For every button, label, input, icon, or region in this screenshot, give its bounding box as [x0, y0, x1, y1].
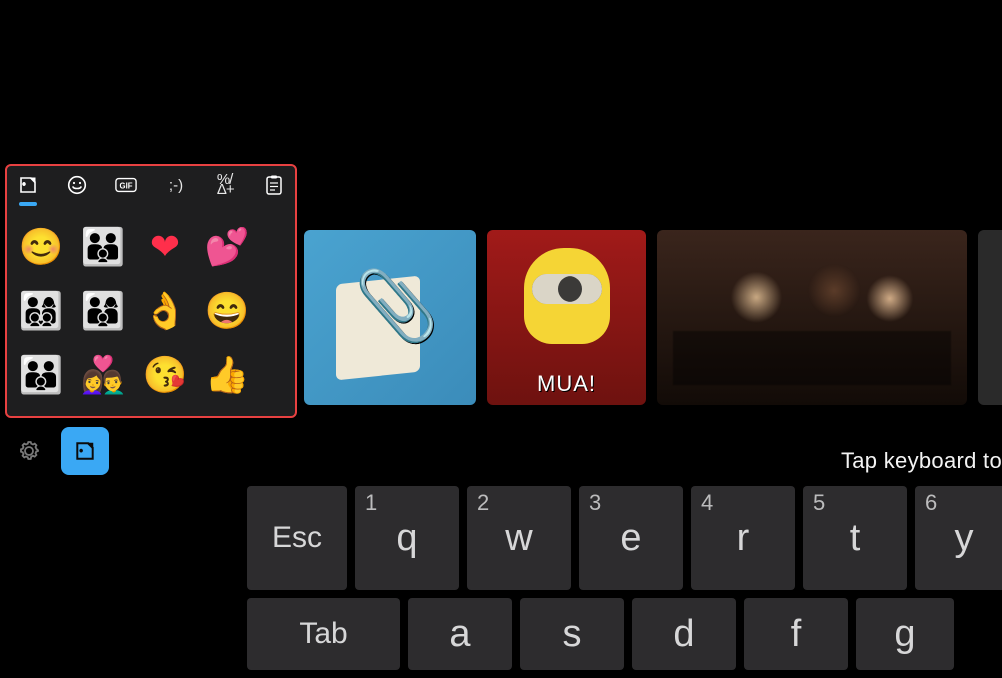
emoji-panel: GIF ;-) %/ Δ+ 😊 👨‍👨‍👦 ❤ 💕 👨‍👩‍	[5, 164, 297, 418]
on-screen-keyboard: Esc 1 q 2 w 3 e 4 r 5 t 6 y Tab	[247, 486, 1002, 678]
gif-icon: GIF	[115, 177, 137, 193]
key-label: d	[673, 613, 694, 656]
settings-button[interactable]	[5, 427, 53, 475]
emoji-panel-tabs: GIF ;-) %/ Δ+	[17, 174, 285, 196]
emoji-item[interactable]: 👨‍👩‍👦‍👦	[17, 286, 65, 336]
gif-caption: MUA!	[537, 371, 596, 397]
sticker-icon	[74, 440, 96, 462]
emoji-item[interactable]: 👨‍👩‍👦	[79, 286, 127, 336]
key-label: e	[620, 517, 641, 560]
gif-minion[interactable]: MUA!	[487, 230, 646, 405]
key-label: Tab	[299, 617, 347, 651]
clipboard-icon	[265, 175, 283, 195]
kaomoji-icon: ;-)	[169, 177, 183, 194]
key-label: s	[563, 613, 582, 656]
tab-gif[interactable]: GIF	[115, 174, 137, 196]
key-y[interactable]: 6 y	[915, 486, 1002, 590]
emoji-grid: 😊 👨‍👨‍👦 ❤ 💕 👨‍👩‍👦‍👦 👨‍👩‍👦 👌 😄 👨‍👨‍👦 👩‍❤️…	[17, 222, 285, 400]
key-f[interactable]: f	[744, 598, 848, 670]
key-num: 6	[925, 490, 937, 516]
key-esc[interactable]: Esc	[247, 486, 347, 590]
key-a[interactable]: a	[408, 598, 512, 670]
key-g[interactable]: g	[856, 598, 954, 670]
key-t[interactable]: 5 t	[803, 486, 907, 590]
sticker-icon	[18, 175, 38, 195]
key-num: 5	[813, 490, 825, 516]
emoji-item[interactable]: 👩‍❤️‍👨	[79, 350, 127, 400]
gif-clippy[interactable]	[304, 230, 476, 405]
key-e[interactable]: 3 e	[579, 486, 683, 590]
gif-partial[interactable]	[978, 230, 1002, 405]
gif-row: MUA!	[304, 230, 1002, 405]
emoji-item[interactable]: 😊	[17, 222, 65, 272]
emoji-item[interactable]: 👨‍👨‍👦	[79, 222, 127, 272]
key-label: w	[505, 517, 532, 560]
key-label: g	[894, 613, 915, 656]
key-label: f	[791, 613, 802, 656]
key-num: 4	[701, 490, 713, 516]
key-q[interactable]: 1 q	[355, 486, 459, 590]
key-num: 3	[589, 490, 601, 516]
key-label: y	[955, 517, 974, 560]
key-label: a	[449, 613, 470, 656]
key-s[interactable]: s	[520, 598, 624, 670]
emoji-item[interactable]: ❤	[141, 222, 189, 272]
emoji-item[interactable]: 👨‍👨‍👦	[17, 350, 65, 400]
tab-clipboard[interactable]	[264, 174, 285, 196]
emoji-keyboard-button[interactable]	[61, 427, 109, 475]
symbols-icon: %/ Δ+	[217, 175, 234, 195]
keyboard-row-2: Tab a s d f g	[247, 598, 1002, 670]
gif-oscars-applause[interactable]	[657, 230, 967, 405]
key-label: Esc	[272, 521, 322, 555]
emoji-item[interactable]: 👍	[203, 350, 251, 400]
keyboard-row-1: Esc 1 q 2 w 3 e 4 r 5 t 6 y	[247, 486, 1002, 590]
keyboard-hint: Tap keyboard to	[841, 448, 1002, 474]
svg-text:GIF: GIF	[120, 182, 133, 191]
emoji-item[interactable]: 💕	[203, 222, 251, 272]
gear-icon	[17, 439, 41, 463]
key-label: q	[396, 517, 417, 560]
smile-icon	[67, 175, 87, 195]
emoji-item[interactable]: 👌	[141, 286, 189, 336]
key-d[interactable]: d	[632, 598, 736, 670]
key-w[interactable]: 2 w	[467, 486, 571, 590]
key-label: r	[737, 517, 750, 560]
emoji-item[interactable]: 😄	[203, 286, 251, 336]
key-tab[interactable]: Tab	[247, 598, 400, 670]
key-num: 2	[477, 490, 489, 516]
emoji-item[interactable]: 😘	[141, 350, 189, 400]
ime-toolbar	[5, 427, 109, 475]
key-r[interactable]: 4 r	[691, 486, 795, 590]
tab-kaomoji[interactable]: ;-)	[165, 174, 186, 196]
tab-stickers[interactable]	[17, 174, 38, 196]
key-num: 1	[365, 490, 377, 516]
key-label: t	[850, 517, 861, 560]
tab-emoji[interactable]	[66, 174, 87, 196]
tab-symbols[interactable]: %/ Δ+	[215, 174, 236, 196]
